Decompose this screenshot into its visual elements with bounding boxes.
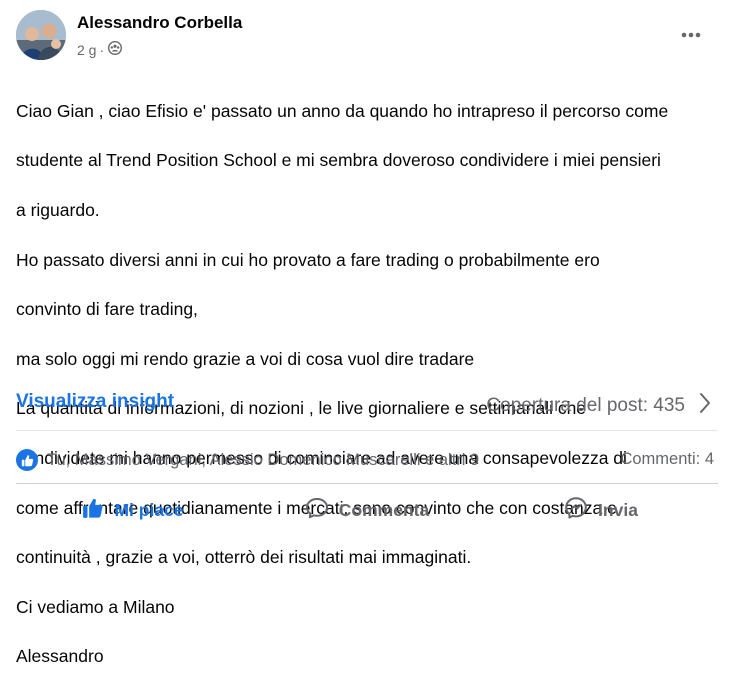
- post-body-line: Ciao Gian , ciao Efisio e' passato un an…: [16, 100, 669, 121]
- post-body-line: ma solo oggi mi rendo grazie a voi di co…: [16, 348, 475, 369]
- meta-separator: ·: [99, 41, 105, 58]
- comment-icon: [305, 497, 339, 524]
- comments-count[interactable]: Commenti: 4: [620, 450, 714, 469]
- comment-button-label: Commenta: [338, 499, 430, 520]
- post-body-line: a riguardo.: [16, 199, 100, 220]
- post-time[interactable]: 2 g: [77, 42, 96, 58]
- more-horizontal-icon: [681, 25, 701, 43]
- like-button-label: Mi piace: [114, 499, 184, 520]
- author-name[interactable]: Alessandro Corbella: [77, 13, 242, 33]
- post-coverage-button[interactable]: Copertura del post: 435: [486, 392, 711, 420]
- post-body: Ciao Gian , ciao Efisio e' passato un an…: [16, 74, 716, 694]
- reactions-names[interactable]: Tu, Massimo Vergani, Alessio Domenico Mu…: [47, 451, 479, 470]
- post-body-line: Ho passato diversi anni in cui ho provat…: [16, 249, 600, 270]
- reactions-summary[interactable]: Tu, Massimo Vergani, Alessio Domenico Mu…: [16, 449, 479, 471]
- group-icon[interactable]: [108, 41, 123, 58]
- more-options-button[interactable]: [676, 20, 706, 48]
- like-reaction-icon: [16, 449, 38, 471]
- comment-button[interactable]: Commenta: [250, 490, 484, 530]
- post-meta: 2 g ·: [77, 41, 123, 58]
- post-body-line: Alessandro: [16, 646, 104, 667]
- post-header: Alessandro Corbella 2 g ·: [0, 0, 734, 66]
- post-coverage-label: Copertura del post: 435: [486, 395, 685, 416]
- post-actions-bar: Mi piace Commenta Invia: [16, 490, 718, 530]
- divider: [16, 483, 718, 484]
- post-body-line: Ci vediamo a Milano: [16, 596, 175, 617]
- share-button[interactable]: Invia: [484, 490, 718, 530]
- post-body-line: continuità , grazie a voi, otterrò dei r…: [16, 547, 472, 568]
- like-button[interactable]: Mi piace: [16, 490, 250, 530]
- divider: [16, 430, 718, 431]
- post-body-line: studente al Trend Position School e mi s…: [16, 150, 661, 171]
- thumbs-up-icon: [82, 497, 114, 524]
- view-insights-link[interactable]: Visualizza insight: [16, 391, 174, 413]
- share-button-label: Invia: [598, 499, 638, 520]
- chevron-right-icon: [699, 392, 711, 420]
- post-body-line: convinto di fare trading,: [16, 299, 198, 320]
- author-avatar[interactable]: [16, 10, 66, 60]
- messenger-icon: [564, 496, 598, 525]
